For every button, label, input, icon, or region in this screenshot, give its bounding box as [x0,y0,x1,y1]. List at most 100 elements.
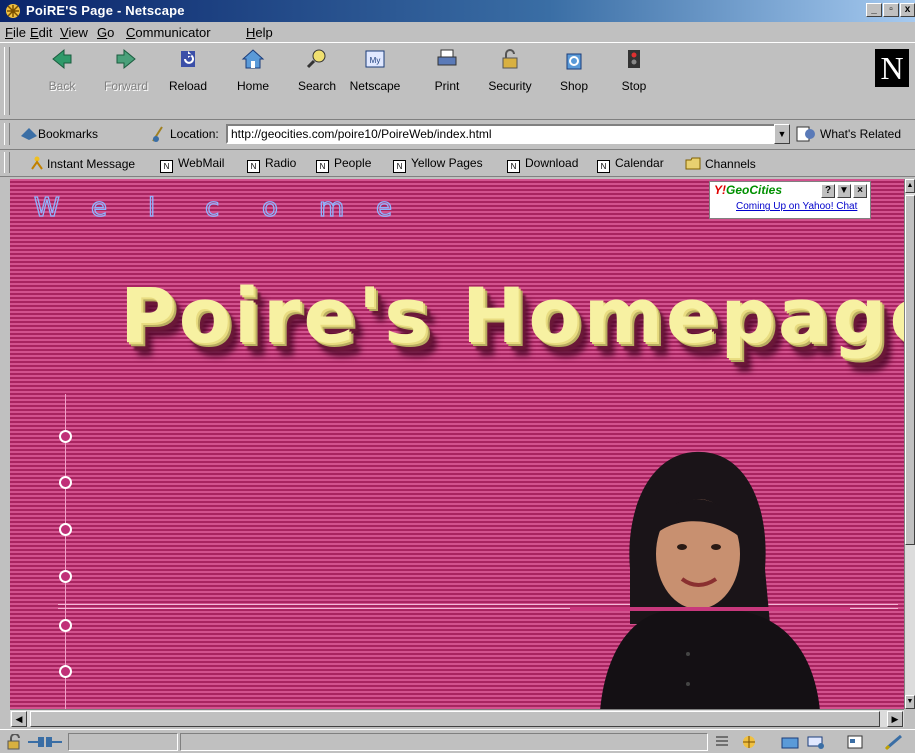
forward-button[interactable]: Forward [97,47,155,93]
svg-text:My: My [370,56,381,65]
shopping-bag-icon [566,53,582,70]
channels-label: Channels [705,157,756,171]
reload-icon [181,51,195,67]
welcome-letter: m [318,192,345,223]
menu-edit[interactable]: Edit [30,25,52,40]
menu-help[interactable]: Help [246,25,273,40]
search-icon [306,49,326,69]
people-button[interactable]: N People [316,156,371,173]
calendar-button[interactable]: N Calendar [597,156,664,173]
menu-go-label: o [107,25,115,40]
page-proxy-icon[interactable] [150,125,166,143]
calendar-label: Calendar [615,156,664,170]
decorative-bead [59,570,72,583]
personal-toolbar-grip[interactable] [4,152,10,173]
composer-pen-icon[interactable] [884,733,906,751]
back-button[interactable]: Back [33,47,91,93]
webmail-button[interactable]: N WebMail [160,156,224,173]
geocities-name: GeoCities [726,183,783,197]
security-label: Security [488,79,532,93]
scroll-right-button[interactable]: ▶ [887,711,903,727]
yahoo-chat-link[interactable]: Coming Up on Yahoo! Chat [736,201,857,212]
forward-label: Forward [103,79,148,93]
web-page-content[interactable]: Welcome Poire's Homepage Y!GeoCities ? ▼… [10,179,904,709]
reload-button[interactable]: Reload [159,47,217,93]
online-connection-icon[interactable] [28,736,62,748]
menu-go-accel: G [97,25,108,40]
radio-button[interactable]: N Radio [247,156,296,173]
lock-icon [502,49,518,69]
yellow-pages-label: Yellow Pages [411,156,483,170]
menu-help-accel: H [246,25,256,40]
whats-related-icon [796,126,815,142]
radio-label: Radio [265,156,297,170]
channels-button[interactable]: Channels [685,156,756,171]
location-toolbar-grip[interactable] [4,123,10,145]
download-button[interactable]: N Download [507,156,578,173]
forward-arrow-icon [116,48,136,70]
toolbar-grip[interactable] [4,47,10,115]
horizontal-scrollbar[interactable]: ◀ ▶ [10,709,904,727]
vertical-scroll-thumb[interactable] [905,195,915,545]
welcome-letter: e [90,192,107,223]
home-button[interactable]: Home [224,47,282,93]
security-lock-status-icon[interactable] [6,734,24,750]
instant-message-label: Instant Message [47,157,136,171]
welcome-letter: W [33,192,60,223]
vertical-scrollbar[interactable]: ▲ ▼ [904,179,915,709]
menu-communicator[interactable]: Communicator [126,25,211,40]
menu-communicator-accel: C [126,25,136,40]
stop-button[interactable]: Stop [605,47,663,93]
location-label: Location: [170,127,219,141]
navigator-component-icon[interactable] [740,734,758,750]
menu-file[interactable]: File [5,25,26,40]
menu-communicator-label: ommunicator [135,25,211,40]
horizontal-scroll-thumb[interactable] [30,711,880,727]
my-netscape-button[interactable]: My Netscape [346,47,404,93]
decorative-bead [59,430,72,443]
bookmark-page-icon: N [316,160,329,173]
menu-view[interactable]: View [60,25,88,40]
mailbox-component-icon[interactable] [780,734,800,750]
my-netscape-icon: My [365,50,385,68]
instant-message-button[interactable]: Instant Message [30,156,135,171]
discussion-groups-icon[interactable] [806,734,826,750]
scroll-up-button[interactable]: ▲ [905,179,915,193]
shop-button[interactable]: Shop [545,47,603,93]
welcome-letter: c [204,192,220,223]
geocities-logo: Y!GeoCities [714,183,782,197]
status-progress-field [180,733,708,751]
url-input[interactable]: http://geocities.com/poire10/PoireWeb/in… [226,124,782,144]
bookmarks-button[interactable]: Bookmarks [38,127,98,141]
scroll-down-button[interactable]: ▼ [905,695,915,709]
portrait-photo [570,451,850,709]
geocities-menu-button[interactable]: ▼ [837,184,851,198]
decorative-bead [59,476,72,489]
url-dropdown-button[interactable]: ▼ [774,124,790,144]
welcome-letter: e [375,192,392,223]
search-button[interactable]: Search [288,47,346,93]
maximize-button[interactable]: ▫ [883,3,899,17]
menu-view-label: iew [68,25,88,40]
menu-go[interactable]: Go [97,25,114,40]
whats-related-button[interactable]: What's Related [820,127,901,141]
print-button[interactable]: Print [418,47,476,93]
title-bar: PoiRE'S Page - Netscape _ ▫ x [0,0,915,22]
status-bar [0,729,915,753]
geocities-help-button[interactable]: ? [821,184,835,198]
printer-icon [437,49,457,66]
welcome-heading: Welcome [33,192,433,223]
composer-component-icon[interactable] [846,734,864,750]
reload-label: Reload [168,79,208,93]
netscape-logo[interactable]: N [875,49,909,87]
close-button[interactable]: x [900,3,915,17]
print-label: Print [434,79,460,93]
component-bar-menu-icon[interactable] [714,734,730,750]
geocities-close-button[interactable]: × [853,184,867,198]
minimize-button[interactable]: _ [866,3,882,17]
security-button[interactable]: Security [481,47,539,93]
scroll-left-button[interactable]: ◀ [11,711,27,727]
yellow-pages-button[interactable]: N Yellow Pages [393,156,483,173]
people-label: People [334,156,372,170]
status-message-field [68,733,178,751]
